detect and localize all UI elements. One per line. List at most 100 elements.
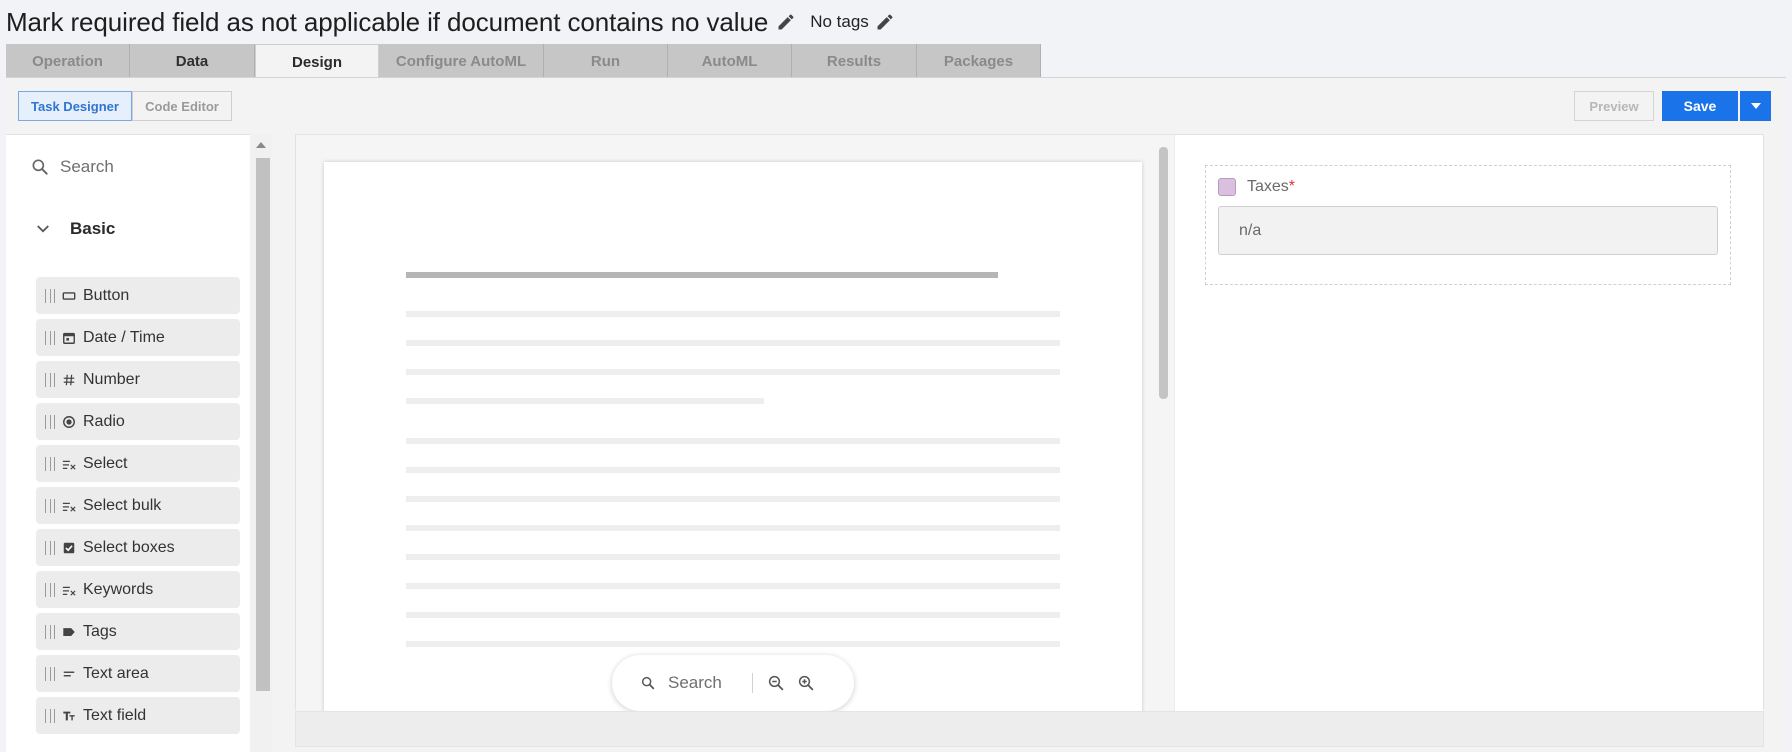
component-label: Number (83, 370, 140, 388)
document-page (324, 162, 1142, 711)
document-text-line (406, 369, 1060, 375)
edit-title-pencil-icon[interactable] (776, 12, 796, 32)
tab-packages[interactable]: Packages (917, 44, 1041, 78)
component-label: Select bulk (83, 496, 162, 514)
page-title: Mark required field as not applicable if… (6, 6, 769, 37)
tab-design[interactable]: Design (255, 44, 379, 79)
document-text-line (406, 612, 1060, 618)
select-list-icon (61, 456, 77, 472)
task-designer-button[interactable]: Task Designer (18, 91, 132, 121)
drag-handle-icon[interactable] (45, 372, 55, 387)
calendar-icon (61, 330, 77, 346)
chevron-down-icon (34, 220, 52, 238)
text-field-icon (61, 708, 77, 724)
document-search-bar: Search (612, 655, 854, 711)
component-label: Date / Time (83, 328, 165, 346)
tab-run[interactable]: Run (544, 44, 668, 78)
group-basic[interactable]: Basic (34, 219, 115, 239)
component-keywords[interactable]: Keywords (36, 571, 240, 608)
drag-handle-icon[interactable] (45, 582, 55, 597)
drag-handle-icon[interactable] (45, 540, 55, 555)
component-palette: Search Basic Button Date / Time Number R… (6, 134, 250, 752)
document-search-input[interactable]: Search (668, 673, 722, 693)
palette-search[interactable]: Search (30, 151, 114, 183)
zoom-in-icon[interactable] (797, 674, 815, 692)
document-text-line (406, 496, 1060, 502)
drag-handle-icon[interactable] (45, 414, 55, 429)
scroll-up-arrow-icon[interactable] (256, 142, 266, 148)
tab-data[interactable]: Data (130, 44, 255, 78)
design-toolbar: Task Designer Code Editor Preview Save (6, 78, 1786, 133)
scrollbar-thumb[interactable] (256, 158, 270, 691)
edit-tags-pencil-icon[interactable] (875, 12, 895, 32)
document-text-line (406, 398, 764, 404)
component-text-area[interactable]: Text area (36, 655, 240, 692)
tab-results[interactable]: Results (792, 44, 917, 78)
search-icon (30, 157, 50, 177)
code-editor-button[interactable]: Code Editor (132, 91, 232, 121)
component-select-boxes[interactable]: Select boxes (36, 529, 240, 566)
search-icon (640, 675, 656, 691)
component-radio[interactable]: Radio (36, 403, 240, 440)
drag-handle-icon[interactable] (45, 330, 55, 345)
component-label: Text area (83, 664, 149, 682)
component-select-bulk[interactable]: Select bulk (36, 487, 240, 524)
palette-search-input[interactable]: Search (60, 157, 114, 177)
tab-configure-automl[interactable]: Configure AutoML (379, 44, 544, 78)
document-text-line (406, 554, 1060, 560)
header: Mark required field as not applicable if… (0, 0, 1792, 44)
save-dropdown-button[interactable] (1740, 91, 1771, 121)
component-number[interactable]: Number (36, 361, 240, 398)
component-button[interactable]: Button (36, 277, 240, 314)
drag-handle-icon[interactable] (45, 288, 55, 303)
not-applicable-checkbox[interactable] (1218, 178, 1236, 196)
drag-handle-icon[interactable] (45, 666, 55, 681)
zoom-out-icon[interactable] (767, 674, 785, 692)
document-heading-line (406, 272, 998, 278)
drag-handle-icon[interactable] (45, 498, 55, 513)
drag-handle-icon[interactable] (45, 624, 55, 639)
component-label: Button (83, 286, 130, 304)
component-label: Select boxes (83, 538, 175, 556)
drag-handle-icon[interactable] (45, 708, 55, 723)
canvas-footer (295, 711, 1764, 747)
component-text-field[interactable]: Text field (36, 697, 240, 734)
document-scrollbar[interactable] (1159, 147, 1168, 399)
divider (751, 673, 753, 693)
component-tags[interactable]: Tags (36, 613, 240, 650)
taxes-input[interactable]: n/a (1218, 206, 1718, 255)
select-list-icon (61, 582, 77, 598)
tab-operation[interactable]: Operation (6, 44, 130, 78)
document-text-line (406, 438, 1060, 444)
document-text-line (406, 583, 1060, 589)
hash-icon (61, 372, 77, 388)
design-canvas: Search Taxes* n/a (295, 134, 1764, 711)
component-select[interactable]: Select (36, 445, 240, 482)
component-date-time[interactable]: Date / Time (36, 319, 240, 356)
tag-icon (61, 624, 77, 640)
group-basic-label: Basic (70, 219, 116, 238)
document-text-line (406, 467, 1060, 473)
save-button[interactable]: Save (1662, 91, 1738, 121)
document-text-line (406, 340, 1060, 346)
select-list-icon (61, 498, 77, 514)
component-label: Keywords (83, 580, 154, 598)
tags-label: No tags (810, 12, 869, 31)
document-text-line (406, 641, 1060, 647)
component-label: Text field (83, 706, 147, 724)
taxes-field-label: Taxes* (1247, 178, 1296, 195)
drag-handle-icon[interactable] (45, 456, 55, 471)
palette-scrollbar[interactable] (250, 134, 272, 752)
component-label: Tags (83, 622, 117, 640)
component-label: Select (83, 454, 128, 472)
document-text-line (406, 525, 1060, 531)
text-area-icon (61, 666, 77, 682)
required-asterisk: * (1288, 178, 1296, 195)
tab-automl[interactable]: AutoML (668, 44, 792, 78)
radio-icon (61, 414, 77, 430)
main-tabs: Operation Data Design Configure AutoML R… (6, 44, 1041, 79)
taxes-field-block[interactable]: Taxes* n/a (1205, 165, 1731, 285)
preview-button[interactable]: Preview (1574, 91, 1654, 121)
document-viewer: Search (296, 135, 1174, 711)
component-list: Button Date / Time Number Radio Select S… (36, 277, 240, 739)
